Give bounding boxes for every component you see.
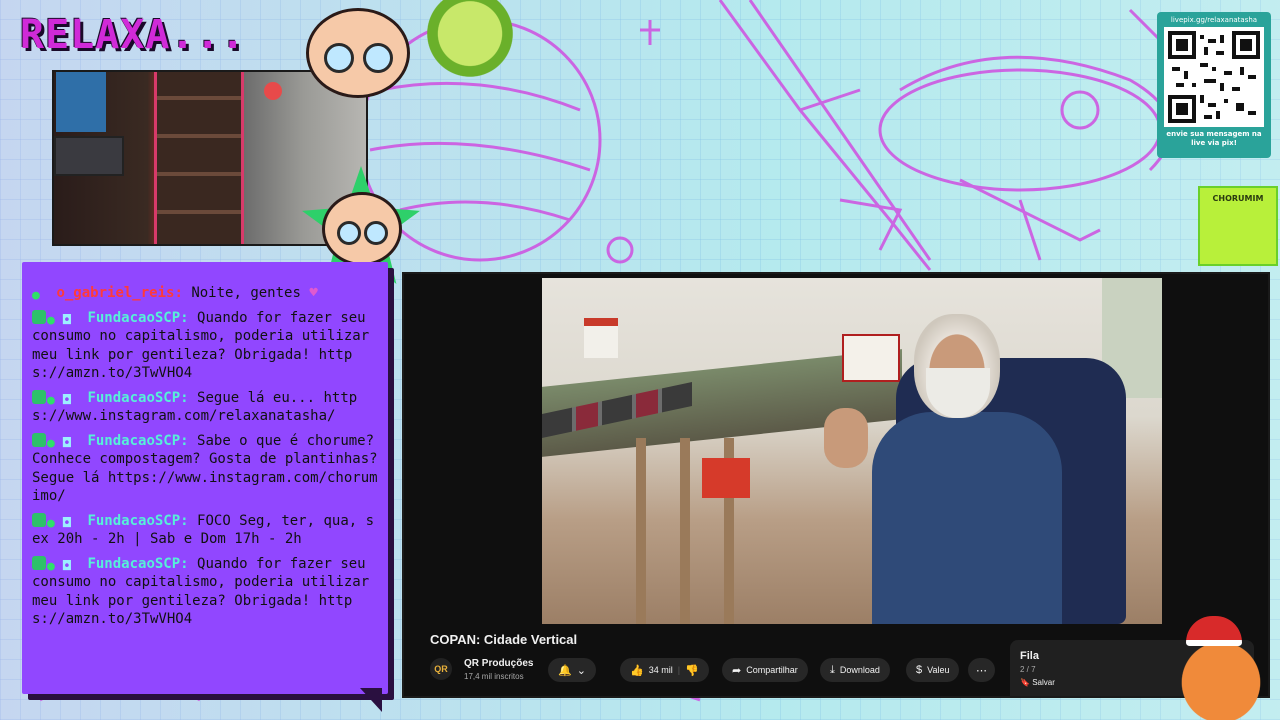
model-house — [584, 318, 618, 358]
alien-badge-icon: ● — [47, 435, 55, 451]
video-player[interactable]: COPAN: Cidade Vertical QR QR Produções 1… — [402, 272, 1270, 698]
chat-message[interactable]: ● ◘ FundacaoSCP: Quando for fazer seu con… — [32, 309, 378, 383]
like-button[interactable]: 👍 34 mil | 👎 — [620, 658, 709, 682]
sticker-leaf-creature — [420, 0, 520, 84]
speaker-hand — [824, 408, 868, 468]
save-icon: 🔖 — [1020, 678, 1030, 687]
chat-username[interactable]: FundacaoSCP: — [87, 433, 188, 449]
chat-message-text: Noite, gentes — [191, 285, 301, 301]
more-icon: ⋯ — [976, 664, 987, 677]
chat-message-text: Quando for fazer seu consumo no capitali… — [32, 555, 370, 628]
robot-badge-icon: ◘ — [63, 312, 71, 328]
sticker-face-bottom — [322, 192, 402, 266]
chat-message-text: Sabe o que é chorume? Conhece compostage… — [32, 432, 378, 505]
share-label: Compartilhar — [746, 665, 798, 675]
like-count: 34 mil — [648, 665, 673, 675]
chat-username[interactable]: FundacaoSCP: — [87, 310, 188, 326]
like-icon: 👍 — [630, 664, 644, 677]
heart-emote-icon: ♥ — [300, 285, 318, 301]
pix-qr-card: livepix.gg/relaxanatasha envie sua mensa… — [1157, 12, 1271, 158]
chat-message-text: FOCO Seg, ter, qua, sex 20h - 2h | Sab e… — [32, 512, 375, 548]
save-label: Salvar — [1032, 678, 1055, 687]
download-label: Download — [839, 665, 880, 675]
chevron-down-icon: ⌄ — [576, 664, 586, 677]
bell-icon: 🔔 — [558, 664, 572, 677]
green-badge-icon — [32, 432, 46, 447]
qr-url: livepix.gg/relaxanatasha — [1170, 16, 1258, 24]
chat-username[interactable]: FundacaoSCP: — [87, 513, 188, 529]
chorumim-badge: CHORUMIM — [1198, 186, 1278, 266]
chat-message[interactable]: ● ◘ FundacaoSCP: Quando for fazer seu con… — [32, 555, 378, 629]
chat-bubble-tail — [360, 688, 382, 712]
green-badge-icon — [32, 389, 46, 404]
chat-username[interactable]: FundacaoSCP: — [87, 390, 188, 406]
wall-poster — [56, 72, 106, 132]
chat-badges: ● ◘ — [32, 389, 79, 408]
chat-message[interactable]: ● o_gabriel_reis: Noite, gentes ♥ — [32, 284, 378, 303]
lamp — [264, 82, 282, 100]
alien-badge-icon: ● — [32, 288, 40, 303]
chat-message[interactable]: ● ◘ FundacaoSCP: FOCO Seg, ter, qua, sex … — [32, 512, 378, 549]
bookshelf — [154, 72, 244, 244]
chat-message[interactable]: ● ◘ FundacaoSCP: Segue lá eu... https://w… — [32, 389, 378, 426]
chat-badges: ● ◘ — [32, 309, 79, 328]
alien-badge-icon: ● — [47, 558, 55, 574]
channel-avatar[interactable]: QR — [430, 658, 452, 680]
chat-message-text: Quando for fazer seu consumo no capitali… — [32, 309, 370, 382]
robot-badge-icon: ◘ — [63, 558, 71, 574]
chorumim-label: CHORUMIM — [1212, 194, 1264, 203]
qr-code-image — [1168, 31, 1260, 123]
thanks-label: Valeu — [927, 665, 950, 675]
robot-badge-icon: ◘ — [63, 392, 71, 408]
video-frame[interactable] — [542, 278, 1162, 624]
channel-subscribers: 17,4 mil inscritos — [464, 672, 524, 681]
chat-message[interactable]: ● ◘ FundacaoSCP: Sabe o que é chorume? Co… — [32, 432, 378, 506]
channel-name[interactable]: QR Produções — [464, 658, 533, 669]
notification-bell-button[interactable]: 🔔 ⌄ — [548, 658, 596, 682]
green-badge-icon — [32, 512, 46, 527]
qr-code — [1164, 27, 1264, 127]
chat-panel[interactable]: ● o_gabriel_reis: Noite, gentes ♥ ● ◘ Fund… — [22, 262, 388, 694]
thanks-icon: $ — [916, 664, 923, 676]
alien-badge-icon: ● — [47, 515, 55, 531]
qr-message: envie sua mensagem na live via pix! — [1166, 130, 1262, 147]
download-button[interactable]: ⤓ Download — [820, 658, 890, 682]
robot-badge-icon: ◘ — [63, 515, 71, 531]
chat-badges: ● ◘ — [32, 432, 79, 451]
chat-badges: ● ◘ — [32, 512, 79, 531]
chat-badges: ● — [32, 285, 48, 303]
green-badge-icon — [32, 555, 46, 570]
chat-username[interactable]: FundacaoSCP: — [87, 556, 188, 572]
sticker-face-top — [306, 8, 410, 98]
wall-frame — [54, 136, 124, 176]
stream-title: RELAXA... — [20, 12, 246, 58]
chat-message-text: Segue lá eu... https://www.instagram.com… — [32, 389, 358, 425]
alien-badge-icon: ● — [47, 392, 55, 408]
robot-badge-icon: ◘ — [63, 435, 71, 451]
share-icon: ➦ — [732, 664, 742, 677]
red-box — [702, 458, 750, 498]
dislike-icon[interactable]: 👎 — [685, 664, 699, 677]
speaker-body — [872, 412, 1062, 624]
more-actions-button[interactable]: ⋯ — [968, 658, 995, 682]
green-badge-icon — [32, 309, 46, 324]
thanks-button[interactable]: $ Valeu — [906, 658, 960, 682]
chat-badges: ● ◘ — [32, 555, 79, 574]
video-title[interactable]: COPAN: Cidade Vertical — [430, 632, 577, 647]
alien-badge-icon: ● — [47, 312, 55, 328]
download-icon: ⤓ — [830, 663, 835, 676]
wall-sign — [842, 334, 900, 382]
share-button[interactable]: ➦ Compartilhar — [722, 658, 808, 682]
chat-username[interactable]: o_gabriel_reis: — [56, 285, 182, 301]
